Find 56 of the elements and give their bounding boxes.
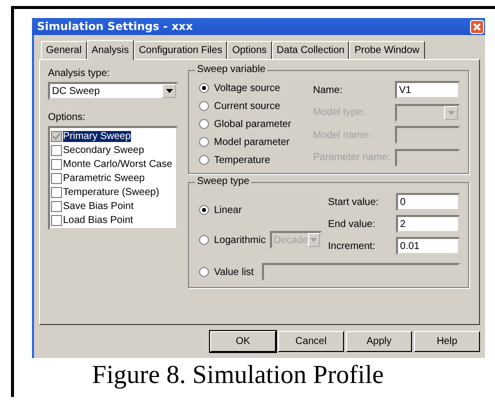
options-list-item[interactable]: Parametric Sweep	[51, 171, 175, 185]
options-list-item[interactable]: Secondary Sweep	[51, 143, 175, 157]
radio-button[interactable]	[199, 83, 209, 93]
tab[interactable]: General	[41, 41, 87, 59]
dialog-button[interactable]: Cancel	[278, 331, 344, 352]
tab[interactable]: Options	[227, 41, 272, 59]
checkbox[interactable]	[51, 144, 62, 156]
radio-label: Linear	[214, 204, 242, 216]
radio-button[interactable]	[199, 137, 209, 147]
dropdown-arrow-icon	[310, 238, 318, 242]
radio-label: Global parameter	[214, 118, 292, 130]
checkbox[interactable]	[51, 214, 62, 226]
dropdown-arrow-icon	[166, 89, 172, 93]
options-list-item[interactable]: Save Bias Point	[51, 199, 175, 213]
checkbox[interactable]	[51, 200, 62, 212]
tab[interactable]: Data Collection	[272, 41, 350, 59]
radio-label: Current source	[214, 100, 280, 112]
dialog-button[interactable]: Help	[414, 331, 480, 352]
dropdown-field[interactable]	[395, 104, 460, 122]
field-label: End value:	[328, 218, 376, 230]
window-title: Simulation Settings - xxx	[37, 20, 193, 33]
options-list-item[interactable]: Temperature (Sweep)	[51, 185, 175, 199]
close-icon[interactable]	[470, 20, 484, 34]
figure-caption: Figure 8. Simulation Profile	[91, 359, 385, 390]
checkbox[interactable]	[51, 186, 62, 198]
field-label: Name:	[313, 84, 344, 96]
field-label: Start value:	[328, 196, 380, 208]
dialog-button[interactable]: OK	[210, 331, 276, 352]
tab[interactable]: Configuration Files	[134, 41, 228, 59]
checkbox[interactable]	[51, 158, 62, 170]
dialog-button[interactable]: Apply	[346, 331, 412, 352]
checkbox[interactable]	[51, 172, 62, 184]
radio-label: Logarithmic	[214, 234, 266, 246]
radio-button[interactable]	[199, 119, 209, 129]
tab[interactable]: Analysis	[86, 40, 134, 60]
group-title: Sweep type	[195, 176, 252, 187]
input-field[interactable]: 0	[396, 193, 460, 211]
radio-label: Model parameter	[214, 136, 290, 148]
field-label: Analysis type:	[48, 68, 111, 79]
input-field[interactable]: 0.01	[396, 237, 460, 255]
options-list-item[interactable]: Monte Carlo/Worst Case	[51, 157, 175, 171]
input-field[interactable]: 2	[396, 215, 460, 233]
dropdown-arrow-icon	[448, 110, 454, 115]
options-list-item[interactable]: Load Bias Point	[51, 213, 175, 227]
tab[interactable]: Probe Window	[349, 41, 425, 59]
group-title: Sweep variable	[195, 64, 268, 75]
radio-button[interactable]	[199, 101, 209, 111]
field-label: Options:	[48, 112, 86, 123]
field-label: Increment:	[328, 240, 376, 252]
analysis-type-dropdown[interactable]: DC Sweep	[48, 82, 178, 100]
radio-label: Value list	[214, 266, 254, 278]
radio-button[interactable]	[199, 155, 209, 165]
radio-label: Voltage source	[214, 82, 280, 94]
radio-button[interactable]	[199, 205, 209, 215]
input-field[interactable]: V1	[395, 81, 460, 100]
radio-label: Temperature	[214, 154, 270, 166]
